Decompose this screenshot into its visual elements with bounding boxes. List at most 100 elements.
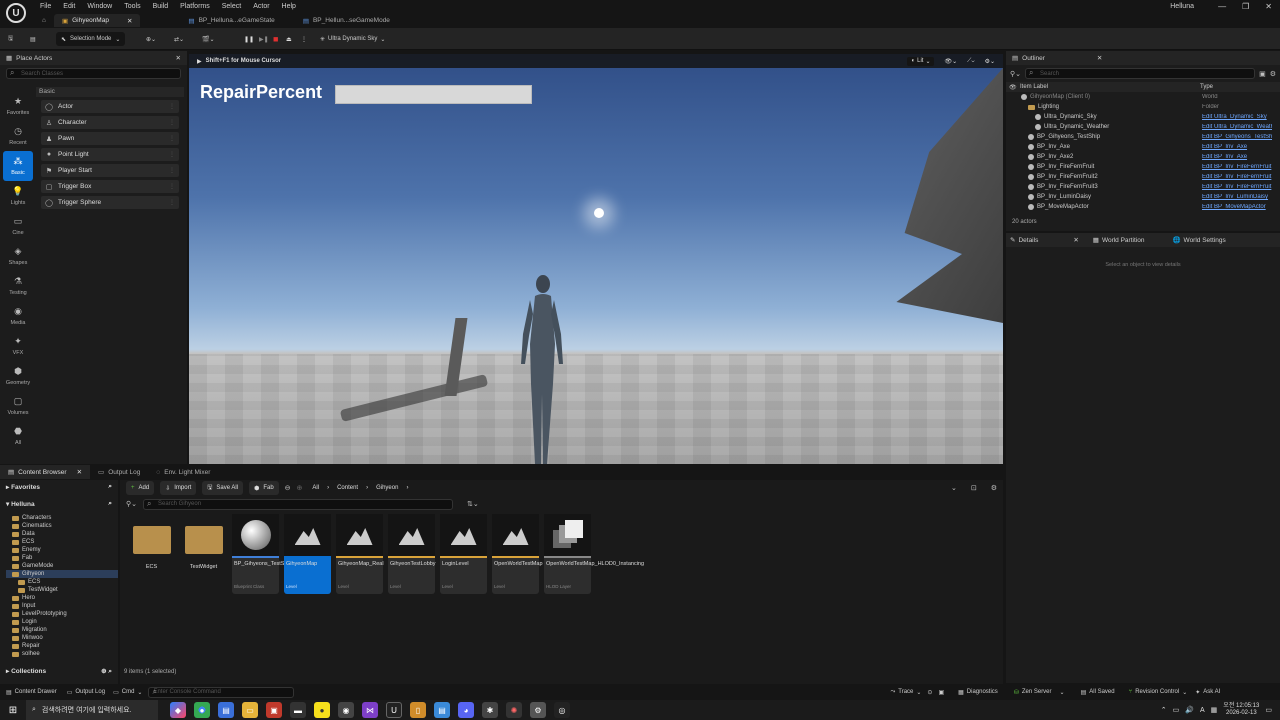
github-icon[interactable]: ◎	[554, 702, 570, 718]
outliner-tab[interactable]: ▤ Outliner ✕	[1006, 51, 1280, 65]
lock-icon[interactable]: ⊡	[971, 484, 977, 492]
close-icon[interactable]: ✕	[127, 17, 132, 25]
tree-folder[interactable]: ECS	[6, 538, 118, 546]
outliner-row[interactable]: Ultra_Dynamic_Weather Edit Ultra_Dynamic_…	[1006, 122, 1280, 132]
actor-item-pawn[interactable]: ♟ Pawn ⋮	[41, 132, 179, 145]
language-indicator[interactable]: A	[1200, 707, 1205, 714]
tree-folder[interactable]: Cinematics	[6, 522, 118, 530]
minimize-icon[interactable]: —	[1218, 2, 1226, 11]
favorites-section[interactable]: ▸ Favorites ⌕	[0, 480, 118, 494]
asset-tile[interactable]: OpenWorldTestMap Level	[492, 514, 543, 594]
category-volumes[interactable]: ▢ Volumes	[3, 391, 33, 421]
outliner-row[interactable]: BP_Inv_Axe Edit BP_Inv_Axe	[1006, 142, 1280, 152]
outliner-search-input[interactable]: Search	[1025, 68, 1256, 79]
tab-details[interactable]: ✎ Details ✕	[1010, 236, 1079, 245]
taskbar-search[interactable]: ⌕ 검색하려면 여기에 입력하세요.	[26, 700, 158, 720]
path-dropdown-icon[interactable]: ⌄	[951, 484, 957, 492]
terminal-app-icon[interactable]: ▬	[290, 702, 306, 718]
sparkle-app-icon[interactable]: ✺	[506, 702, 522, 718]
tree-folder[interactable]: Repair	[6, 642, 118, 650]
outliner-row[interactable]: BP_Inv_LuminDaisy Edit BP_Inv_LuminDaisy	[1006, 192, 1280, 202]
tab-gamestate[interactable]: ▤ BP_Helluna...eGameState	[180, 14, 282, 27]
tree-folder[interactable]: Hero	[6, 594, 118, 602]
category-recent[interactable]: ◷ Recent	[3, 121, 33, 151]
asset-tile[interactable]: GihyeonTestLobby Level	[388, 514, 436, 594]
output-log-button[interactable]: ▭ Output Log	[67, 689, 105, 696]
fab-button[interactable]: ⬢ Fab	[249, 481, 279, 495]
outliner-row[interactable]: BP_Inv_FireFernFruit2 Edit BP_Inv_FireFer…	[1006, 172, 1280, 182]
tab-env-light-mixer[interactable]: ◌ Env. Light Mixer	[148, 465, 218, 479]
row-type[interactable]: Edit BP_Inv_Axe	[1202, 144, 1272, 150]
add-folder-icon[interactable]: ▣	[1259, 70, 1266, 78]
cinematics-icon[interactable]: 🎬⌄	[202, 32, 215, 46]
actor-item-trigger-sphere[interactable]: ◯ Trigger Sphere ⋮	[41, 196, 179, 209]
menu-help[interactable]: Help	[276, 2, 302, 12]
search-icon[interactable]: ⌕	[108, 668, 112, 675]
row-type[interactable]: Edit BP_Inv_LuminDaisy	[1202, 194, 1272, 200]
zen-server-dropdown[interactable]: ⛁ Zen Server ⌄	[1014, 689, 1065, 696]
category-all[interactable]: ⬣ All	[3, 421, 33, 451]
outliner-row[interactable]: Ultra_Dynamic_Sky Edit Ultra_Dynamic_Sky	[1006, 112, 1280, 122]
actor-item-point-light[interactable]: ● Point Light ⋮	[41, 148, 179, 161]
place-actors-tab[interactable]: ▦ Place Actors ✕	[0, 51, 187, 65]
discord-icon[interactable]: ◕	[458, 702, 474, 718]
ultra-dynamic-sky-dropdown[interactable]: ✳ Ultra Dynamic Sky ⌄	[320, 32, 385, 46]
visual-studio-icon[interactable]: ⋈	[362, 702, 378, 718]
save-all-button[interactable]: 🖫 Save All	[202, 481, 244, 495]
tab-gamemode[interactable]: ▤ BP_Hellun...seGameMode	[295, 14, 398, 27]
outliner-row[interactable]: BP_Gihyeons_TestShip Edit BP_Gihyeons_Tes…	[1006, 132, 1280, 142]
asset-tile[interactable]: TestWidget	[180, 514, 227, 594]
tree-folder[interactable]: GameMode	[6, 562, 118, 570]
asset-tile[interactable]: OpenWorldTestMap_HLOD0_InstancingHLOD La…	[544, 514, 644, 594]
file-explorer-icon[interactable]: ▭	[242, 702, 258, 718]
actor-item-player-start[interactable]: ⚑ Player Start ⋮	[41, 164, 179, 177]
collections-section[interactable]: ▸ Collections ⊕ ⌕	[0, 664, 118, 678]
settings-app-icon[interactable]: ⚙	[530, 702, 546, 718]
import-button[interactable]: ⇩ Import	[160, 481, 197, 495]
tree-folder[interactable]: Characters	[6, 514, 118, 522]
tree-folder[interactable]: Minwoo	[6, 634, 118, 642]
stop-icon[interactable]: ■	[273, 32, 278, 46]
category-basic[interactable]: ⁂ Basic	[3, 151, 33, 181]
revision-control-dropdown[interactable]: ⑂ Revision Control ⌄	[1129, 689, 1188, 696]
menu-select[interactable]: Select	[216, 2, 247, 12]
transform-icon[interactable]: ⟋⌄	[967, 58, 974, 65]
tray-chevron-icon[interactable]: ⌃	[1161, 706, 1167, 714]
menu-edit[interactable]: Edit	[57, 2, 81, 12]
ime-icon[interactable]: ▦	[1211, 706, 1218, 714]
unreal-engine-icon[interactable]: U	[386, 702, 402, 718]
category-shapes[interactable]: ◈ Shapes	[3, 241, 33, 271]
row-type[interactable]: Edit BP_Inv_Axe	[1202, 154, 1272, 160]
tree-folder[interactable]: solhee	[6, 650, 118, 658]
content-icon[interactable]: ▤	[30, 32, 36, 46]
windows-start-icon[interactable]: ⊞	[0, 705, 26, 716]
notes-icon[interactable]: ▤	[434, 702, 450, 718]
row-type[interactable]: Edit BP_Inv_FireFernFruit	[1202, 164, 1272, 170]
tree-folder[interactable]: ECS	[6, 578, 118, 586]
search-classes-input[interactable]: Search Classes	[6, 68, 181, 79]
menu-window[interactable]: Window	[81, 2, 118, 12]
tree-folder[interactable]: Enemy	[6, 546, 118, 554]
unreal-logo-icon[interactable]: U	[6, 3, 26, 23]
obs-icon[interactable]: ◉	[338, 702, 354, 718]
row-type[interactable]: Edit Ultra_Dynamic_Weather	[1202, 124, 1272, 130]
history-back-icon[interactable]: ⊖	[285, 484, 291, 492]
breadcrumb-gihyeon[interactable]: Gihyeon	[376, 485, 398, 491]
close-icon[interactable]: ✕	[1097, 54, 1102, 62]
ask-ai-button[interactable]: ✦ Ask AI	[1195, 689, 1220, 696]
actor-item-trigger-box[interactable]: ▢ Trigger Box ⋮	[41, 180, 179, 193]
menu-tools[interactable]: Tools	[118, 2, 146, 12]
tree-folder[interactable]: Login	[6, 618, 118, 626]
tab-world-partition[interactable]: ▦ World Partition	[1093, 236, 1145, 245]
tree-folder[interactable]: Fab	[6, 554, 118, 562]
add-collection-icon[interactable]: ⊕	[101, 668, 106, 675]
asset-tile[interactable]: ECS	[128, 514, 175, 594]
breadcrumb-content[interactable]: Content	[337, 485, 358, 491]
kakao-icon[interactable]: ●	[314, 702, 330, 718]
actor-item-actor[interactable]: ◯ Actor ⋮	[41, 100, 179, 113]
category-favorites[interactable]: ★ Favorites	[3, 91, 33, 121]
add-actor-icon[interactable]: ⊕⌄	[146, 32, 156, 46]
console-command-input[interactable]: Enter Console Command	[148, 686, 295, 698]
menu-platforms[interactable]: Platforms	[174, 2, 216, 12]
sort-icon[interactable]: ⇅⌄	[467, 500, 479, 508]
